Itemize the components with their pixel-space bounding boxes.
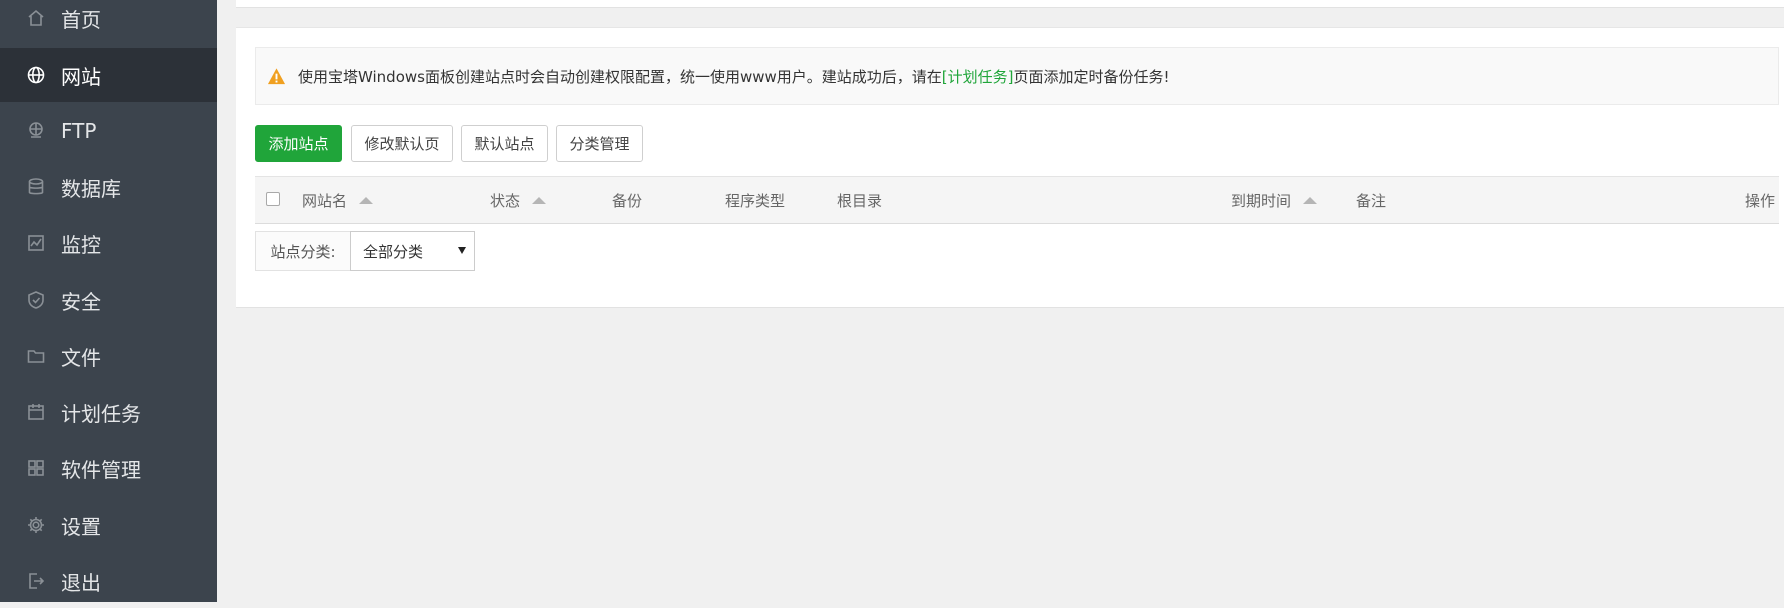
top-panel-edge: [236, 0, 1784, 8]
sidebar: 首页 网站 FTP 数据库 监控 安全 文件 计划任务 软件管理 设置 退出: [0, 0, 217, 602]
sidebar-item-database[interactable]: 数据库: [0, 160, 217, 214]
sidebar-item-label: FTP: [61, 119, 97, 143]
sidebar-item-label: 退出: [61, 570, 101, 595]
sort-icon: [1303, 196, 1318, 204]
apps-icon: [25, 457, 47, 479]
category-filter-label: 站点分类:: [255, 231, 350, 271]
category-select[interactable]: 全部分类: [350, 231, 475, 271]
sidebar-item-home[interactable]: 首页: [0, 0, 217, 45]
notice-text: 使用宝塔Windows面板创建站点时会自动创建权限配置，统一使用www用户。建站…: [298, 67, 942, 86]
database-icon: [25, 176, 47, 198]
add-site-button[interactable]: 添加站点: [255, 125, 342, 162]
sidebar-item-label: 首页: [61, 7, 101, 32]
sidebar-item-label: 文件: [61, 345, 101, 370]
warning-icon: [267, 67, 286, 84]
sort-icon: [359, 196, 374, 204]
sidebar-item-label: 安全: [61, 289, 101, 314]
logout-icon: [25, 570, 47, 592]
column-action: 操作: [1745, 191, 1776, 210]
default-site-button[interactable]: 默认站点: [461, 125, 548, 162]
sidebar-item-label: 网站: [61, 64, 101, 89]
category-manage-button[interactable]: 分类管理: [556, 125, 643, 162]
category-filter: 站点分类: 全部分类: [255, 231, 475, 271]
column-backup: 备份: [612, 191, 643, 210]
calendar-icon: [25, 401, 47, 423]
home-icon: [25, 7, 47, 29]
column-program-type: 程序类型: [725, 191, 786, 210]
sidebar-item-logout[interactable]: 退出: [0, 554, 217, 608]
column-remark: 备注: [1356, 191, 1387, 210]
sidebar-item-monitor[interactable]: 监控: [0, 216, 217, 270]
column-expire-time[interactable]: 到期时间: [1231, 177, 1318, 223]
column-site-name[interactable]: 网站名: [302, 177, 374, 223]
sidebar-item-label: 软件管理: [61, 457, 141, 482]
site-table-header: 网站名 状态 备份 程序类型 根目录 到期时间 备注 操作: [255, 176, 1779, 224]
sidebar-item-cron[interactable]: 计划任务: [0, 385, 217, 439]
sidebar-item-label: 计划任务: [61, 401, 141, 426]
notice-cron-link[interactable]: [计划任务]: [942, 66, 1014, 87]
sidebar-item-software[interactable]: 软件管理: [0, 441, 217, 495]
edit-default-page-button[interactable]: 修改默认页: [351, 125, 453, 162]
sidebar-item-files[interactable]: 文件: [0, 329, 217, 383]
site-panel: 使用宝塔Windows面板创建站点时会自动创建权限配置，统一使用www用户。建站…: [236, 27, 1784, 308]
globe-icon: [25, 64, 47, 86]
select-all-checkbox[interactable]: [266, 192, 280, 206]
gear-icon: [25, 514, 47, 536]
sidebar-item-ftp[interactable]: FTP: [0, 104, 217, 158]
sidebar-item-label: 监控: [61, 232, 101, 257]
main-content: 使用宝塔Windows面板创建站点时会自动创建权限配置，统一使用www用户。建站…: [217, 0, 1784, 602]
sidebar-item-label: 数据库: [61, 176, 121, 201]
sort-icon: [532, 196, 547, 204]
monitor-icon: [25, 232, 47, 254]
sidebar-item-security[interactable]: 安全: [0, 273, 217, 327]
column-status[interactable]: 状态: [490, 177, 547, 223]
sidebar-item-label: 设置: [61, 514, 101, 539]
sidebar-item-website[interactable]: 网站: [0, 48, 217, 102]
notice-bar: 使用宝塔Windows面板创建站点时会自动创建权限配置，统一使用www用户。建站…: [255, 47, 1779, 105]
ftp-icon: [25, 120, 47, 142]
shield-icon: [25, 289, 47, 311]
chevron-down-icon: [458, 247, 466, 254]
notice-text-tail: 页面添加定时备份任务!: [1013, 67, 1170, 86]
folder-icon: [25, 345, 47, 367]
column-root-dir: 根目录: [837, 191, 883, 210]
sidebar-item-settings[interactable]: 设置: [0, 498, 217, 552]
